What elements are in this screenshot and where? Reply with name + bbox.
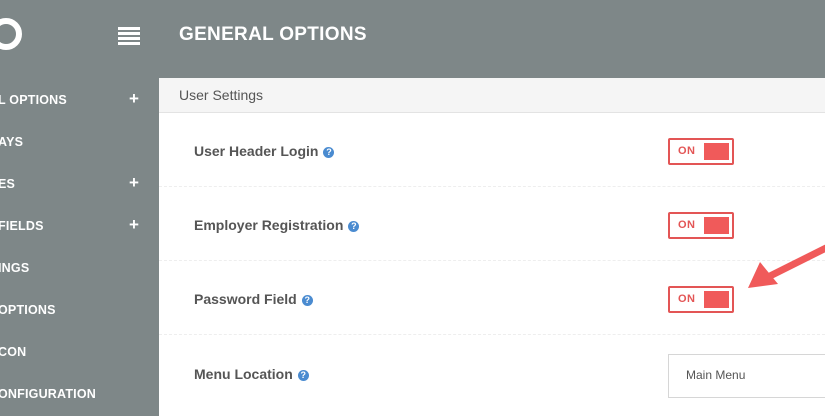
setting-row-menu-location: Menu Location? Main Menu (159, 335, 825, 409)
sidebar-item-label: CON (0, 345, 27, 359)
setting-row-employer-registration: Employer Registration? ON (159, 187, 825, 261)
password-field-toggle[interactable]: ON (668, 286, 734, 313)
sidebar-item-label: OPTIONS (0, 303, 56, 317)
expand-plus-icon[interactable]: + (129, 173, 139, 193)
toggle-knob (704, 143, 729, 160)
help-icon[interactable]: ? (297, 370, 309, 381)
toggle-state: ON (678, 293, 696, 305)
toggle-knob (704, 217, 729, 234)
sidebar-item-label: ONFIGURATION (0, 387, 96, 401)
sidebar-item-icon[interactable]: CON (0, 332, 159, 374)
setting-label: Password Field (194, 291, 297, 307)
section-title: User Settings (179, 87, 264, 103)
setting-label: Menu Location (194, 366, 293, 382)
settings-panel: User Settings User Header Login? ON Empl… (159, 78, 825, 416)
help-icon[interactable]: ? (323, 147, 335, 158)
hamburger-menu-icon[interactable] (118, 27, 140, 45)
sidebar-item-label: INGS (0, 261, 30, 275)
help-icon[interactable]: ? (301, 295, 313, 306)
toggle-state: ON (678, 219, 696, 231)
toggle-knob (704, 291, 729, 308)
setting-label: Employer Registration (194, 217, 344, 233)
setting-row-password-field: Password Field? ON (159, 261, 825, 335)
setting-label: User Header Login (194, 143, 319, 159)
sidebar-item-options[interactable]: OPTIONS (0, 290, 159, 332)
menu-location-select[interactable]: Main Menu (668, 354, 825, 398)
user-header-login-toggle[interactable]: ON (668, 138, 734, 165)
employer-registration-toggle[interactable]: ON (668, 212, 734, 239)
sidebar-nav: L OPTIONS + AYS ES + FIELDS + INGS OPTIO… (0, 80, 159, 416)
help-icon[interactable]: ? (348, 221, 360, 232)
select-value: Main Menu (686, 368, 746, 382)
sidebar-item-label: FIELDS (0, 219, 44, 233)
sidebar-item-settings[interactable]: INGS (0, 248, 159, 290)
sidebar-item-pages[interactable]: ES + (0, 164, 159, 206)
sidebar-item-label: ES (0, 177, 16, 191)
sidebar: L OPTIONS + AYS ES + FIELDS + INGS OPTIO… (0, 0, 159, 416)
setting-row-user-header-login: User Header Login? ON (159, 113, 825, 187)
logo-icon[interactable] (0, 14, 26, 58)
section-header: User Settings (159, 78, 825, 113)
expand-plus-icon[interactable]: + (129, 215, 139, 235)
sidebar-item-label: L OPTIONS (0, 93, 67, 107)
sidebar-item-displays[interactable]: AYS (0, 122, 159, 164)
header-bar: GENERAL OPTIONS (159, 0, 825, 78)
sidebar-item-general-options[interactable]: L OPTIONS + (0, 80, 159, 122)
page-title: GENERAL OPTIONS (179, 24, 367, 45)
expand-plus-icon[interactable]: + (129, 89, 139, 109)
toggle-state: ON (678, 145, 696, 157)
sidebar-item-configuration[interactable]: ONFIGURATION (0, 374, 159, 416)
annotation-arrow-icon (748, 244, 825, 288)
sidebar-item-label: AYS (0, 135, 24, 149)
sidebar-item-fields[interactable]: FIELDS + (0, 206, 159, 248)
